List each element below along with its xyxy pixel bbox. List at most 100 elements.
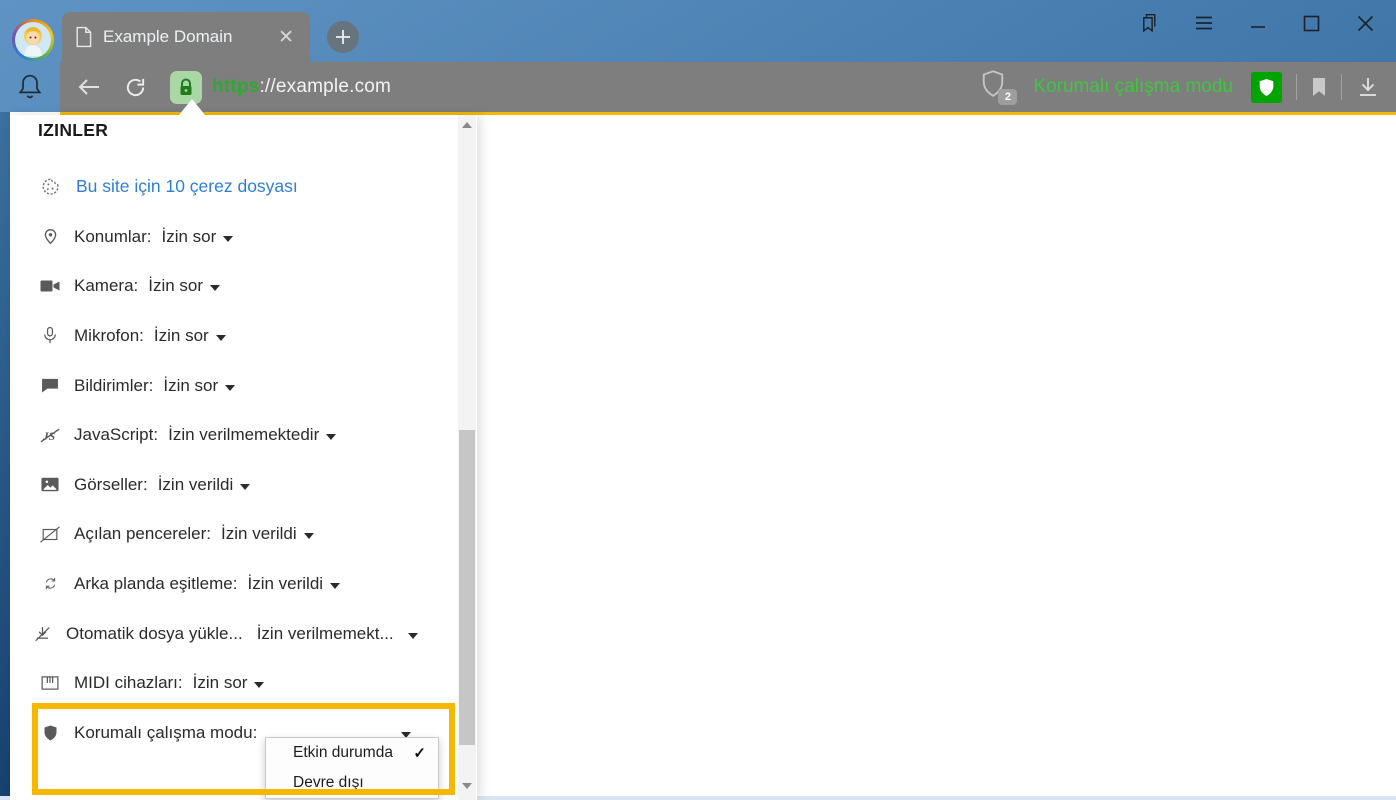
profile-avatar-image (15, 22, 51, 58)
background-sync-icon (38, 576, 62, 591)
permission-row: JS JavaScript: İzin verilmemektedir (10, 410, 459, 460)
permission-label: JavaScript: (74, 425, 158, 445)
tracker-shield-icon[interactable]: 2 (979, 69, 1015, 105)
permission-label: MIDI cihazları: (74, 673, 183, 693)
chevron-down-icon[interactable] (216, 335, 226, 341)
auto-download-icon (30, 625, 54, 642)
permission-row: Açılan pencereler: İzin verildi (10, 510, 459, 560)
tab-title: Example Domain (103, 27, 274, 47)
new-tab-icon[interactable] (327, 21, 359, 53)
chevron-down-icon[interactable] (210, 285, 220, 291)
tracker-count-badge: 2 (998, 89, 1017, 105)
scroll-down-icon[interactable] (458, 778, 476, 794)
site-permissions-panel: IZINLER Bu site için 10 çerez dosyası Ko… (10, 115, 477, 800)
permission-row: Konumlar: İzin sor (10, 212, 459, 262)
maximize-icon[interactable] (1301, 11, 1322, 35)
permission-label: Bildirimler: (74, 376, 153, 396)
chevron-down-icon[interactable] (254, 682, 264, 688)
notifications-icon (38, 378, 62, 393)
profile-avatar[interactable] (12, 19, 54, 61)
permission-label: Kamera: (74, 276, 138, 296)
chevron-down-icon[interactable] (330, 583, 340, 589)
permission-row: Otomatik dosya yükle... İzin verilmemekt… (10, 609, 459, 659)
cookie-icon (38, 176, 62, 197)
permission-value[interactable]: İzin sor (161, 227, 216, 247)
toolbar-right-group: 2 Korumalı çalışma modu (979, 69, 1380, 105)
permissions-list: Konumlar: İzin sor Kamera: İzin sor Mikr… (10, 212, 459, 758)
chevron-down-icon[interactable] (223, 236, 233, 242)
permission-row: Mikrofon: İzin sor (10, 311, 459, 361)
javascript-icon: JS (38, 427, 62, 444)
collections-icon[interactable] (1139, 11, 1160, 35)
scroll-up-icon[interactable] (458, 117, 476, 133)
camera-icon (38, 279, 62, 293)
browser-tab[interactable]: Example Domain ✕ (62, 12, 310, 62)
toolbar-separator (1341, 74, 1342, 100)
cookie-link-row[interactable]: Bu site için 10 çerez dosyası (38, 171, 298, 201)
dropdown-option[interactable]: Etkin durumda ✓ (266, 738, 438, 768)
download-icon[interactable] (1356, 75, 1380, 99)
permission-value[interactable]: İzin sor (193, 673, 248, 693)
chevron-down-icon[interactable] (304, 533, 314, 539)
chevron-down-icon[interactable] (225, 385, 235, 391)
permission-label: Açılan pencereler: (74, 524, 211, 544)
dropdown-option[interactable]: Devre dışı (266, 768, 438, 798)
permission-value[interactable]: İzin verilmemekt... (257, 624, 394, 644)
permission-label: Otomatik dosya yükle... (66, 624, 243, 644)
address-url[interactable]: https://example.com (212, 76, 391, 98)
permission-label: Korumalı çalışma modu: (74, 723, 257, 743)
notification-bell-button[interactable] (0, 62, 60, 112)
permission-row: Arka planda eşitleme: İzin verildi (10, 559, 459, 609)
refresh-icon[interactable] (118, 70, 152, 104)
permission-label: Arka planda eşitleme: (74, 574, 237, 594)
permission-value[interactable]: İzin sor (163, 376, 218, 396)
permission-row: Bildirimler: İzin sor (10, 361, 459, 411)
permission-value[interactable]: İzin verildi (158, 475, 234, 495)
permission-row: Görseller: İzin verildi (10, 460, 459, 510)
minimize-icon[interactable] (1247, 11, 1268, 35)
protection-mode-label[interactable]: Korumalı çalışma modu (1033, 76, 1233, 98)
window-left-edge (0, 112, 10, 800)
cookie-link[interactable]: Bu site için 10 çerez dosyası (76, 176, 298, 197)
permission-value[interactable]: İzin sor (154, 326, 209, 346)
panel-header: IZINLER (38, 120, 108, 141)
url-rest: ://example.com (259, 76, 391, 97)
chevron-down-icon[interactable] (326, 434, 336, 440)
bookmark-icon[interactable] (1311, 77, 1327, 97)
chevron-down-icon[interactable] (408, 633, 418, 639)
permission-value[interactable]: İzin verildi (247, 574, 323, 594)
midi-icon (38, 676, 62, 690)
permission-value[interactable]: İzin verildi (221, 524, 297, 544)
window-controls (1139, 11, 1376, 35)
permission-value[interactable]: İzin sor (148, 276, 203, 296)
images-icon (38, 477, 62, 492)
back-icon[interactable] (72, 70, 106, 104)
protection-shield-icon[interactable] (1251, 72, 1282, 103)
permission-row: MIDI cihazları: İzin sor (10, 658, 459, 708)
favicon-document-icon (74, 26, 93, 48)
close-icon[interactable] (1355, 11, 1376, 35)
permission-row: Kamera: İzin sor (10, 262, 459, 312)
popups-icon (38, 526, 62, 543)
location-icon (38, 227, 62, 246)
dropdown-option-label: Etkin durumda (293, 744, 393, 762)
permission-label: Görseller: (74, 475, 148, 495)
tab-close-icon[interactable]: ✕ (274, 26, 298, 49)
permission-label: Mikrofon: (74, 326, 144, 346)
address-toolbar: https://example.com 2 Korumalı çalışma m… (60, 62, 1396, 112)
check-icon: ✓ (413, 744, 426, 762)
permission-label: Konumlar: (74, 227, 151, 247)
toolbar-separator (1296, 74, 1297, 100)
protected-mode-icon (38, 724, 62, 742)
scrollbar-thumb[interactable] (459, 430, 475, 745)
chevron-down-icon[interactable] (240, 484, 250, 490)
url-scheme: https (212, 76, 259, 97)
panel-scrollbar[interactable] (458, 115, 476, 800)
panel-callout-arrow (179, 99, 205, 115)
dropdown-option-label: Devre dışı (293, 774, 364, 792)
menu-icon[interactable] (1193, 11, 1214, 35)
webpage-content (477, 115, 1396, 796)
permission-value[interactable]: İzin verilmemektedir (168, 425, 319, 445)
titlebar: Example Domain ✕ (0, 0, 1396, 62)
protected-mode-dropdown: Etkin durumda ✓ Devre dışı (265, 737, 439, 799)
